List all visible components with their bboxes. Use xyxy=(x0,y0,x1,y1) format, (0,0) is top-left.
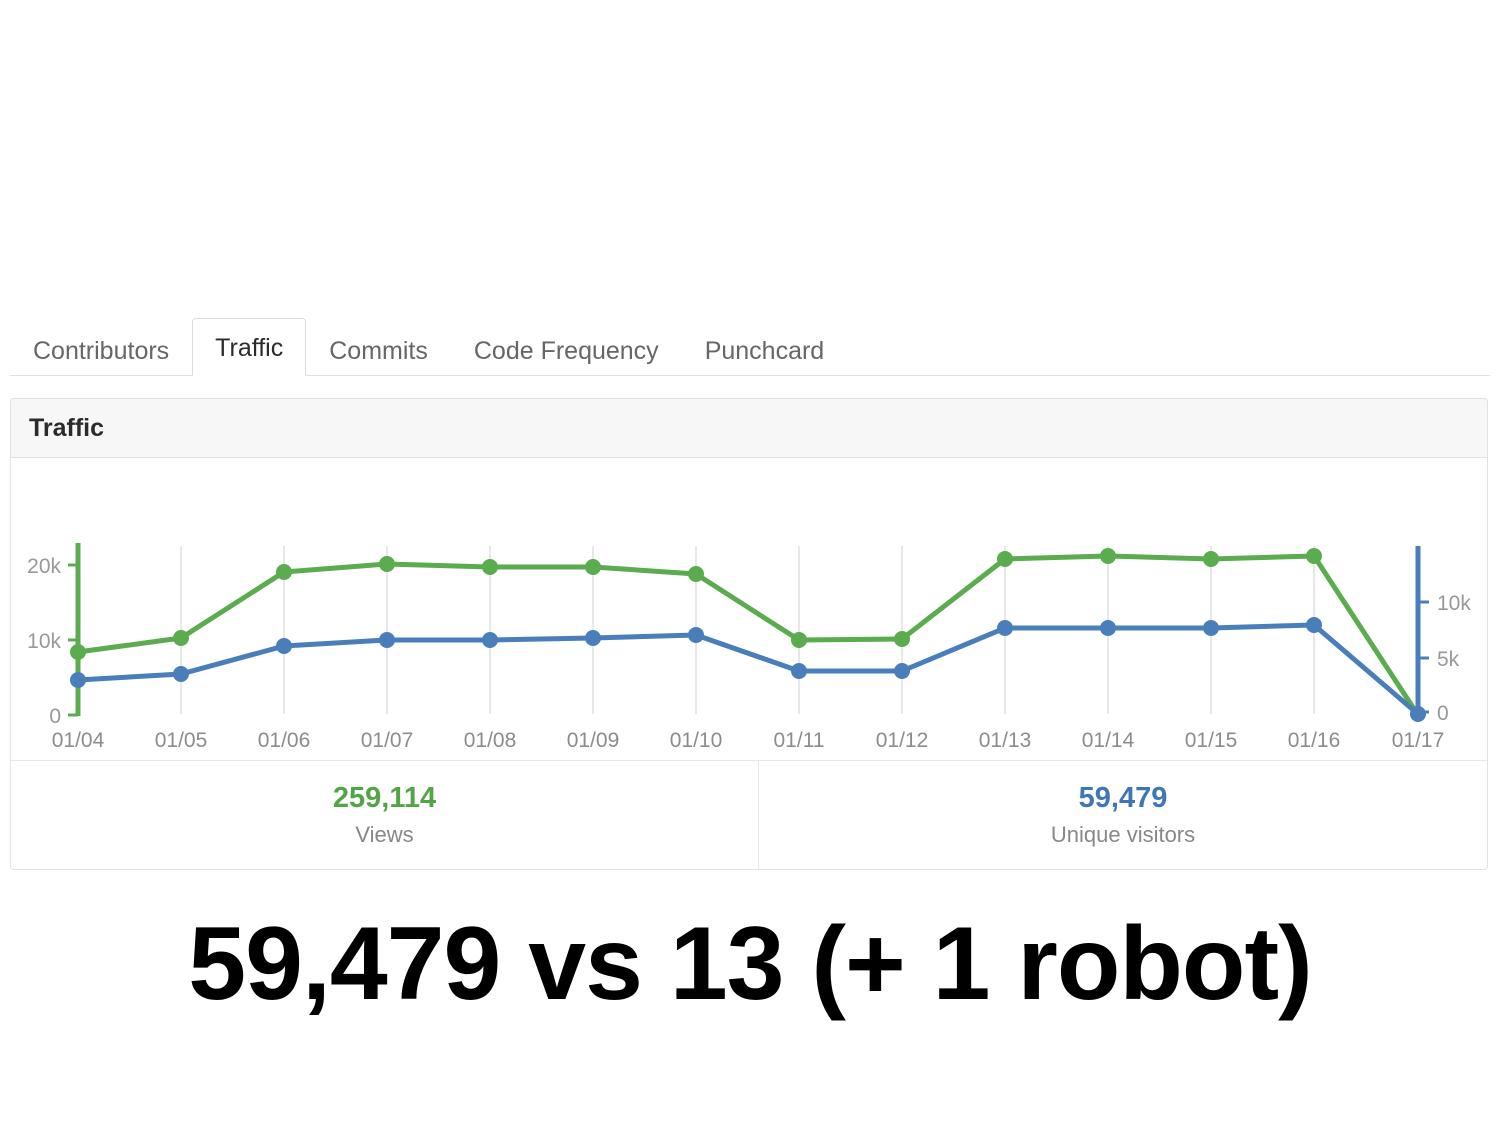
headline-caption: 59,479 vs 13 (+ 1 robot) xyxy=(188,906,1312,1022)
left-axis-tick-10k: 10k xyxy=(27,630,61,653)
x-axis-labels: 01/04 01/05 01/06 01/07 01/08 01/09 01/1… xyxy=(52,729,1445,752)
x-tick-6: 01/10 xyxy=(670,729,723,752)
traffic-chart-svg: 20k 10k 0 10k 5k 0 01/04 01/05 01/06 01/… xyxy=(27,543,1471,752)
page-root: Contributors Traffic Commits Code Freque… xyxy=(0,0,1500,1125)
views-total-label: Views xyxy=(355,822,414,848)
traffic-chart: 20k 10k 0 10k 5k 0 01/04 01/05 01/06 01/… xyxy=(11,458,1487,760)
summary-unique-visitors: 59,479 Unique visitors xyxy=(759,761,1487,869)
tab-bar: Contributors Traffic Commits Code Freque… xyxy=(10,318,1490,378)
right-axis-tick-10k: 10k xyxy=(1437,592,1471,615)
x-tick-9: 01/13 xyxy=(979,729,1032,752)
right-axis-tick-0: 0 xyxy=(1437,702,1449,725)
x-tick-10: 01/14 xyxy=(1082,729,1135,752)
right-axis-tick-5k: 5k xyxy=(1437,648,1460,671)
visitors-line xyxy=(75,622,1421,717)
tab-list: Contributors Traffic Commits Code Freque… xyxy=(10,318,1490,376)
left-axis-tick-0: 0 xyxy=(49,705,61,728)
panel-title: Traffic xyxy=(11,399,1487,458)
tab-traffic[interactable]: Traffic xyxy=(192,318,307,376)
views-line xyxy=(75,553,1421,718)
x-tick-8: 01/12 xyxy=(876,729,929,752)
traffic-summary: 259,114 Views 59,479 Unique visitors xyxy=(11,760,1487,869)
x-tick-5: 01/09 xyxy=(567,729,620,752)
visitors-points xyxy=(70,617,1426,722)
x-tick-12: 01/16 xyxy=(1288,729,1341,752)
tab-punchcard[interactable]: Punchcard xyxy=(682,325,848,375)
x-tick-0: 01/04 xyxy=(52,729,105,752)
tab-contributors[interactable]: Contributors xyxy=(10,325,192,375)
visitors-total-label: Unique visitors xyxy=(1050,822,1196,848)
tab-code-frequency[interactable]: Code Frequency xyxy=(451,325,682,375)
visitors-total-value: 59,479 xyxy=(1078,781,1168,814)
left-axis: 20k 10k 0 xyxy=(27,543,81,728)
views-total-value: 259,114 xyxy=(332,781,437,814)
x-tick-13: 01/17 xyxy=(1392,729,1445,752)
tab-commits[interactable]: Commits xyxy=(306,325,451,375)
x-tick-3: 01/07 xyxy=(361,729,414,752)
x-tick-2: 01/06 xyxy=(258,729,311,752)
traffic-panel: Traffic 20k 10k 0 10k 5k 0 01/04 01/05 0… xyxy=(10,398,1488,870)
x-tick-1: 01/05 xyxy=(155,729,208,752)
right-axis: 10k 5k 0 xyxy=(1415,546,1471,725)
left-axis-tick-20k: 20k xyxy=(27,555,61,578)
summary-views: 259,114 Views xyxy=(11,761,759,869)
x-tick-4: 01/08 xyxy=(464,729,517,752)
x-tick-7: 01/11 xyxy=(774,729,825,752)
x-tick-11: 01/15 xyxy=(1185,729,1238,752)
